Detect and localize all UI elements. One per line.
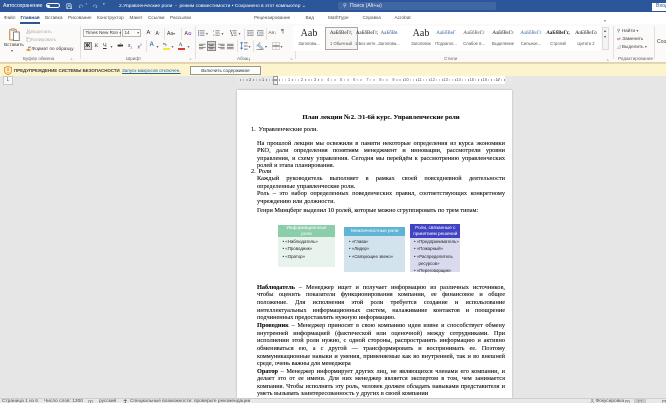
svg-text:1: 1 — [213, 30, 215, 33]
svg-text:2: 2 — [213, 34, 215, 36]
